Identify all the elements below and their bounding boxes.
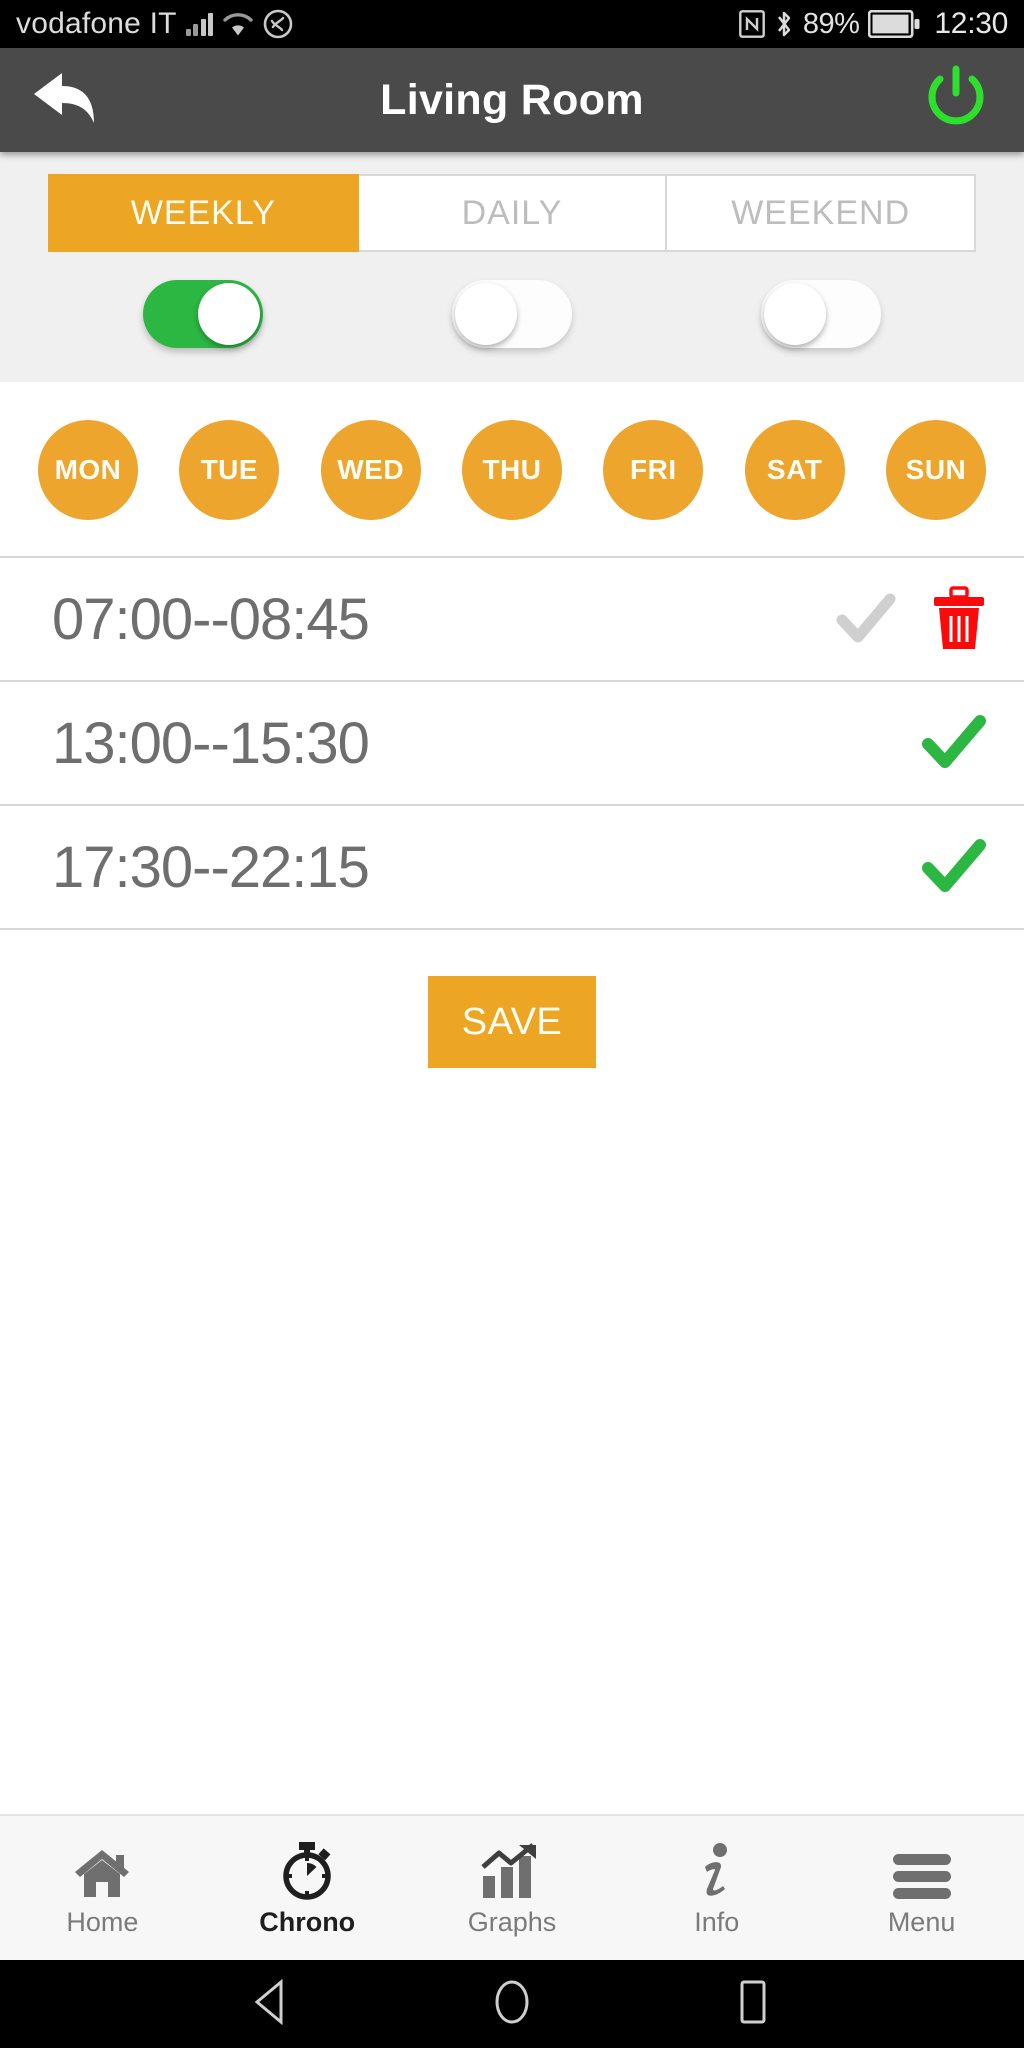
battery-percent-label: 89% (802, 7, 860, 40)
stopwatch-icon (277, 1839, 337, 1901)
home-circle-icon (490, 1979, 534, 2030)
day-label: TUE (200, 454, 259, 485)
tab-weekly[interactable]: WEEKLY (48, 174, 359, 252)
tab-weekend-label: WEEKEND (731, 193, 911, 232)
back-arrow-icon (32, 67, 104, 134)
day-label: FRI (630, 454, 677, 485)
tab-daily[interactable]: DAILY (358, 174, 668, 252)
signal-icon (185, 12, 214, 36)
day-label: WED (337, 454, 405, 485)
nav-item-home[interactable]: Home (0, 1839, 205, 1938)
wifi-icon (222, 11, 254, 37)
time-slot-actions (918, 707, 990, 779)
nav-item-info[interactable]: Info (614, 1839, 819, 1938)
weekend-toggle[interactable] (761, 280, 882, 348)
mode-tabs: WEEKLY DAILY WEEKEND (48, 174, 977, 252)
daily-toggle-cell (357, 280, 666, 348)
time-slot-list: 07:00--08:45 13:00--15:30 17:30--22:15 (0, 556, 1024, 930)
bottom-navigation: Home Chrono Graphs Info Menu (0, 1814, 1024, 1960)
day-label: THU (482, 454, 542, 485)
day-chip-sun[interactable]: SUN (885, 420, 986, 520)
carrier-label: vodafone IT (16, 7, 177, 40)
nav-item-graphs[interactable]: Graphs (410, 1839, 615, 1938)
slot-delete-icon[interactable] (928, 583, 990, 655)
day-label: SUN (905, 454, 967, 485)
app-header: Living Room (0, 48, 1024, 152)
back-button[interactable] (28, 60, 108, 140)
time-slot-label: 07:00--08:45 (52, 586, 370, 652)
android-back-button[interactable] (236, 1972, 306, 2036)
day-chip-fri[interactable]: FRI (603, 420, 704, 520)
mode-tabs-container: WEEKLY DAILY WEEKEND (0, 152, 1024, 252)
nav-item-chrono[interactable]: Chrono (205, 1839, 410, 1938)
day-chip-mon[interactable]: MON (38, 420, 138, 520)
save-button[interactable]: SAVE (427, 976, 597, 1068)
nav-item-menu[interactable]: Menu (819, 1839, 1024, 1938)
time-slot-actions (830, 583, 990, 655)
bluetooth-icon (774, 9, 794, 39)
recents-square-icon (734, 1979, 772, 2030)
home-icon (71, 1839, 133, 1901)
weekend-toggle-cell (667, 280, 976, 348)
time-slot-row[interactable]: 07:00--08:45 (0, 558, 1024, 682)
weekly-toggle[interactable] (142, 280, 263, 348)
info-icon (696, 1839, 738, 1901)
status-bar: vodafone IT 89% 12:30 (0, 0, 1024, 48)
time-slot-label: 17:30--22:15 (52, 834, 370, 900)
time-slot-row[interactable]: 13:00--15:30 (0, 682, 1024, 806)
android-recents-button[interactable] (718, 1972, 788, 2036)
day-chip-thu[interactable]: THU (461, 420, 562, 520)
daily-toggle[interactable] (451, 280, 572, 348)
page-title: Living Room (380, 75, 644, 124)
time-slot-actions (918, 831, 990, 903)
hamburger-icon (891, 1839, 953, 1901)
status-bar-left: vodafone IT (16, 7, 293, 41)
day-chip-tue[interactable]: TUE (179, 420, 280, 520)
tab-daily-label: DAILY (461, 193, 563, 232)
nav-label: Graphs (467, 1906, 557, 1937)
day-label: SAT (766, 454, 823, 485)
android-navigation-bar (0, 1960, 1024, 2048)
day-chip-wed[interactable]: WED (320, 420, 421, 520)
mode-toggles (0, 252, 1024, 382)
toggle-knob (764, 283, 827, 345)
content-spacer (0, 1068, 1024, 1814)
clock-label: 12:30 (934, 7, 1008, 40)
tab-weekly-label: WEEKLY (130, 193, 276, 232)
shazam-icon (263, 9, 293, 39)
bar-chart-icon (481, 1839, 543, 1901)
android-home-button[interactable] (477, 1972, 547, 2036)
weekly-toggle-cell (48, 280, 357, 348)
slot-check-icon[interactable] (918, 831, 990, 903)
power-icon (923, 65, 989, 136)
nav-label: Info (694, 1906, 740, 1937)
nav-label: Chrono (259, 1906, 356, 1937)
nfc-icon (738, 10, 765, 38)
nav-label: Home (66, 1906, 139, 1937)
power-button[interactable] (916, 60, 996, 140)
slot-check-icon[interactable] (918, 707, 990, 779)
slot-check-icon[interactable] (830, 583, 902, 655)
time-slot-label: 13:00--15:30 (52, 710, 370, 776)
toggle-knob (454, 283, 517, 345)
day-selector: MON TUE WED THU FRI SAT SUN (0, 382, 1024, 556)
day-label: MON (54, 454, 122, 485)
status-bar-right: 89% 12:30 (738, 7, 1008, 41)
save-button-container: SAVE (0, 930, 1024, 1068)
toggle-knob (197, 283, 260, 345)
battery-icon (868, 9, 920, 39)
time-slot-row[interactable]: 17:30--22:15 (0, 806, 1024, 930)
phone-screen: vodafone IT 89% 12:30 Living Room WEEKLY… (0, 0, 1024, 2048)
day-chip-sat[interactable]: SAT (744, 420, 845, 520)
nav-label: Menu (887, 1906, 956, 1937)
back-triangle-icon (251, 1978, 291, 2030)
tab-weekend[interactable]: WEEKEND (667, 174, 977, 252)
